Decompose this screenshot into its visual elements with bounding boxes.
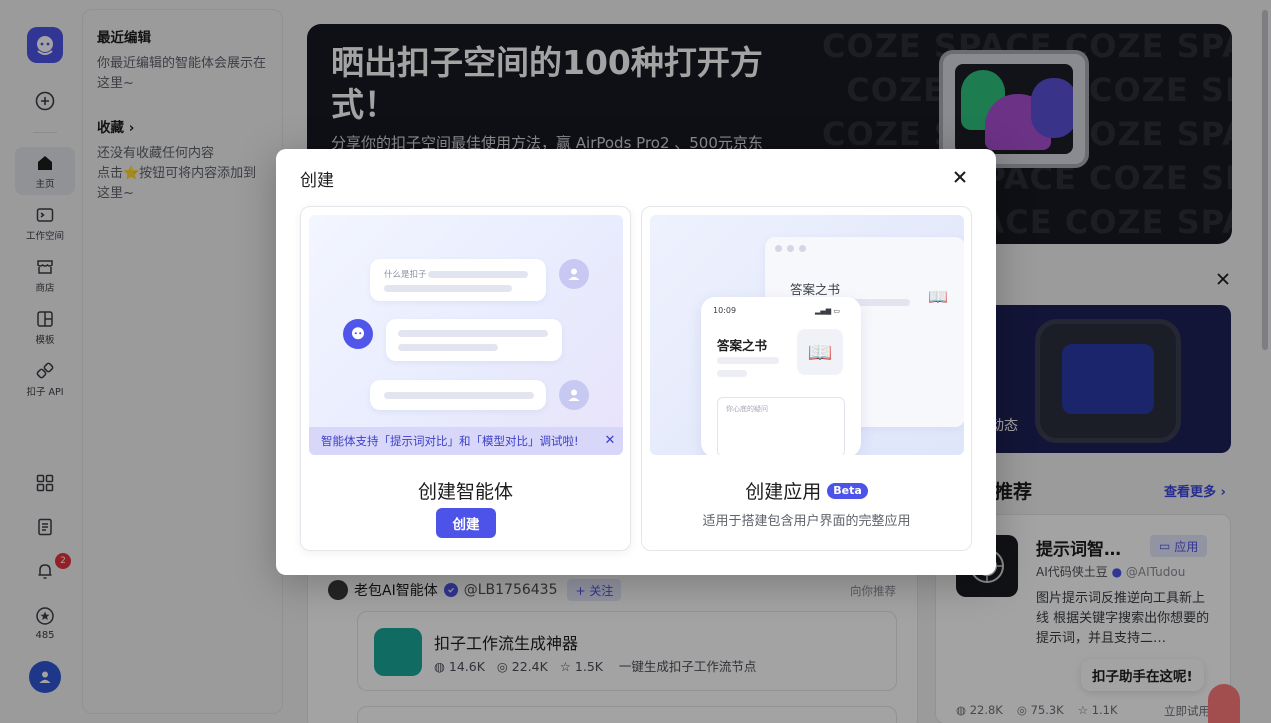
- beta-badge: Beta: [827, 482, 868, 499]
- create-app-option[interactable]: 答案之书 📖 10:09 ▂▄▆ ▭ 答案之书 📖 你心底的疑问 创建应用 Be…: [641, 206, 972, 551]
- close-notice-icon[interactable]: ✕: [603, 434, 617, 448]
- preview-answer-bubble: [386, 319, 562, 361]
- create-agent-title: 创建智能体: [417, 481, 513, 503]
- book-icon: 📖: [797, 329, 843, 375]
- signal-icon: ▂▄▆ ▭: [815, 307, 840, 315]
- bot-avatar-icon: [343, 319, 373, 349]
- book-icon: 📖: [928, 287, 948, 306]
- create-app-title: 创建应用 Beta: [642, 477, 971, 504]
- create-app-description: 适用于搭建包含用户界面的完整应用: [702, 514, 911, 529]
- agent-preview: 什么是扣子 智能体支持「提示词对比」和「模型对比」调试啦! ✕: [309, 215, 623, 455]
- create-modal: 创建 什么是扣子 智能体支持「提示词对比」和「模型对比」调试啦! ✕ 创建智能体…: [276, 149, 996, 575]
- user-avatar-icon: [559, 259, 589, 289]
- modal-title: 创建: [300, 171, 334, 191]
- close-icon: [954, 171, 966, 183]
- app-preview: 答案之书 📖 10:09 ▂▄▆ ▭ 答案之书 📖 你心底的疑问: [650, 215, 964, 455]
- user-avatar-icon: [559, 380, 589, 410]
- create-agent-option[interactable]: 什么是扣子 智能体支持「提示词对比」和「模型对比」调试啦! ✕ 创建智能体 创建: [300, 206, 631, 551]
- preview-question-bubble: [370, 380, 546, 410]
- preview-phone: 10:09 ▂▄▆ ▭ 答案之书 📖 你心底的疑问: [701, 297, 861, 455]
- preview-question-bubble: 什么是扣子: [370, 259, 546, 301]
- create-agent-button[interactable]: 创建: [436, 508, 496, 538]
- agent-notice-banner: 智能体支持「提示词对比」和「模型对比」调试啦!: [309, 427, 623, 455]
- close-modal-button[interactable]: [950, 167, 970, 187]
- preview-input: 你心底的疑问: [717, 397, 845, 455]
